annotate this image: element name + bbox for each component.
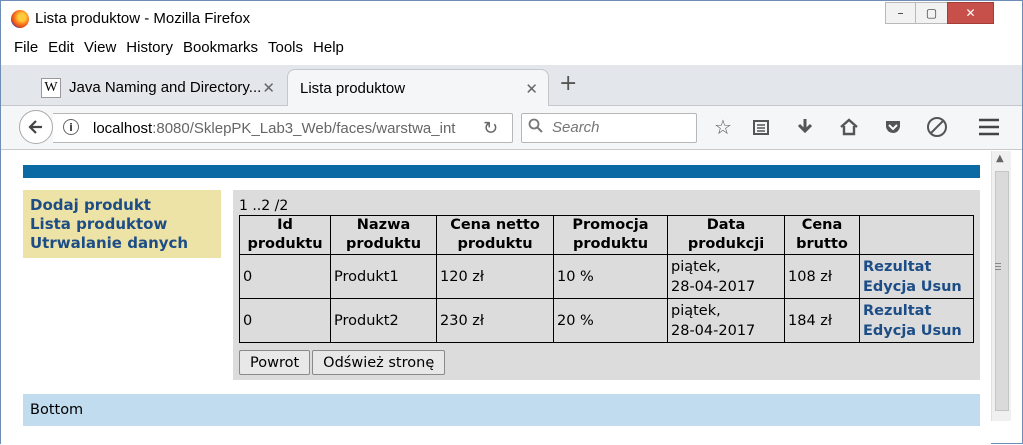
- pager-text: 1 ..2 /2: [239, 198, 289, 214]
- scroll-up-icon[interactable]: ▲: [996, 153, 1004, 164]
- column-header: Cena netto produktu: [436, 215, 554, 255]
- product-panel: 1 ..2 /2 Id produktu Nazwa produktu Cena n…: [233, 190, 980, 380]
- cell-brutto: 184 zł: [784, 298, 860, 343]
- wikipedia-icon: W: [41, 77, 61, 98]
- menu-bar: File Edit View History Bookmarks Tools H…: [9, 39, 349, 61]
- tab-lista-produktow[interactable]: Lista produktow ✕: [287, 69, 549, 106]
- usun-link[interactable]: Usun: [921, 323, 962, 339]
- maximize-button[interactable]: ▢: [915, 2, 947, 24]
- link-dodaj-produkt[interactable]: Dodaj produkt: [30, 196, 221, 215]
- close-button[interactable]: ✕: [947, 2, 994, 24]
- window-title: Lista produktow - Mozilla Firefox: [35, 10, 251, 27]
- column-header: Id produktu: [239, 215, 331, 255]
- cell-promo: 20 %: [553, 298, 668, 343]
- search-input[interactable]: [552, 119, 692, 136]
- cell-netto: 120 zł: [436, 254, 554, 299]
- hamburger-menu-icon[interactable]: [977, 115, 1001, 139]
- new-tab-button[interactable]: +: [559, 71, 577, 96]
- pocket-icon[interactable]: [881, 115, 905, 139]
- cell-date: piątek, 28-04-2017: [667, 254, 785, 299]
- menu-view[interactable]: View: [79, 39, 121, 61]
- tab-java-naming[interactable]: W Java Naming and Directory... ✕: [35, 69, 285, 106]
- menu-file[interactable]: File: [9, 39, 43, 61]
- menu-bookmarks[interactable]: Bookmarks: [178, 39, 263, 61]
- cell-promo: 10 %: [553, 254, 668, 299]
- scrollbar-thumb[interactable]: [995, 171, 1009, 411]
- table-header-row: Id produktu Nazwa produktu Cena netto produ…: [239, 215, 974, 255]
- rezultat-link[interactable]: Rezultat: [863, 301, 970, 321]
- info-icon[interactable]: i: [63, 119, 79, 135]
- tab-strip: W Java Naming and Directory... ✕ Lista p…: [1, 65, 1022, 106]
- cell-name: Produkt1: [330, 254, 437, 299]
- header-bar: [23, 165, 980, 178]
- navigation-bar: i localhost:8080/SklepPK_Lab3_Web/faces/…: [1, 106, 1022, 150]
- menu-tools[interactable]: Tools: [263, 39, 308, 61]
- cell-brutto: 108 zł: [784, 254, 860, 299]
- button-row: Powrot Odśwież stronę: [239, 350, 446, 375]
- page-content: Dodaj produkt Lista produktow Utrwalanie…: [1, 151, 991, 445]
- reading-list-icon[interactable]: [749, 115, 773, 139]
- powrot-button[interactable]: Powrot: [239, 350, 311, 375]
- column-header: Cena brutto: [784, 215, 860, 255]
- sync-icon[interactable]: [925, 115, 949, 139]
- column-header: Data produkcji: [667, 215, 785, 255]
- bookmark-star-icon[interactable]: ☆: [711, 115, 735, 139]
- url-text: localhost:8080/SklepPK_Lab3_Web/faces/wa…: [93, 120, 456, 137]
- link-lista-produktow[interactable]: Lista produktow: [30, 215, 221, 234]
- back-arrow-icon: [28, 120, 42, 134]
- usun-link[interactable]: Usun: [921, 279, 962, 295]
- tab-label: Lista produktow: [300, 79, 406, 97]
- firefox-icon: [11, 10, 29, 28]
- back-button[interactable]: [19, 110, 53, 144]
- column-header: [859, 215, 974, 255]
- column-header: Promocja produktu: [553, 215, 668, 255]
- cell-name: Produkt2: [330, 298, 437, 343]
- search-bar[interactable]: [521, 113, 697, 143]
- sidebar-nav: Dodaj produkt Lista produktow Utrwalanie…: [23, 190, 221, 258]
- refresh-button[interactable]: Odśwież stronę: [312, 350, 446, 375]
- tab-close-icon[interactable]: ✕: [262, 79, 275, 97]
- column-header: Nazwa produktu: [330, 215, 437, 255]
- table-row: 0 Produkt1 120 zł 10 % piątek, 28-04-2017…: [239, 254, 974, 299]
- tab-label: Java Naming and Directory...: [69, 79, 262, 96]
- footer-bar: Bottom: [23, 394, 980, 426]
- minimize-button[interactable]: –: [885, 2, 915, 24]
- menu-help[interactable]: Help: [308, 39, 349, 61]
- home-icon[interactable]: [837, 115, 861, 139]
- cell-actions: Rezultat Edycja Usun: [859, 298, 974, 343]
- product-table: Id produktu Nazwa produktu Cena netto produ…: [239, 215, 974, 343]
- title-bar: Lista produktow - Mozilla Firefox – ▢ ✕: [1, 1, 1022, 37]
- cell-netto: 230 zł: [436, 298, 554, 343]
- cell-date: piątek, 28-04-2017: [667, 298, 785, 343]
- rezultat-link[interactable]: Rezultat: [863, 257, 970, 277]
- search-icon: [528, 118, 543, 133]
- scrollbar-grip-icon: [995, 263, 1001, 264]
- download-icon[interactable]: [793, 115, 817, 139]
- menu-history[interactable]: History: [121, 39, 178, 61]
- vertical-scrollbar[interactable]: ▲: [991, 151, 1011, 421]
- edycja-link[interactable]: Edycja: [863, 323, 916, 339]
- browser-window: Lista produktow - Mozilla Firefox – ▢ ✕ …: [0, 0, 1023, 445]
- cell-actions: Rezultat Edycja Usun: [859, 254, 974, 299]
- table-row: 0 Produkt2 230 zł 20 % piątek, 28-04-2017…: [239, 298, 974, 343]
- reload-icon[interactable]: ↻: [483, 118, 498, 139]
- edycja-link[interactable]: Edycja: [863, 279, 916, 295]
- url-bar[interactable]: i localhost:8080/SklepPK_Lab3_Web/faces/…: [53, 113, 513, 143]
- cell-id: 0: [239, 254, 331, 299]
- menu-edit[interactable]: Edit: [43, 39, 79, 61]
- cell-id: 0: [239, 298, 331, 343]
- tab-close-icon[interactable]: ✕: [525, 80, 538, 98]
- link-utrwalanie-danych[interactable]: Utrwalanie danych: [30, 234, 221, 253]
